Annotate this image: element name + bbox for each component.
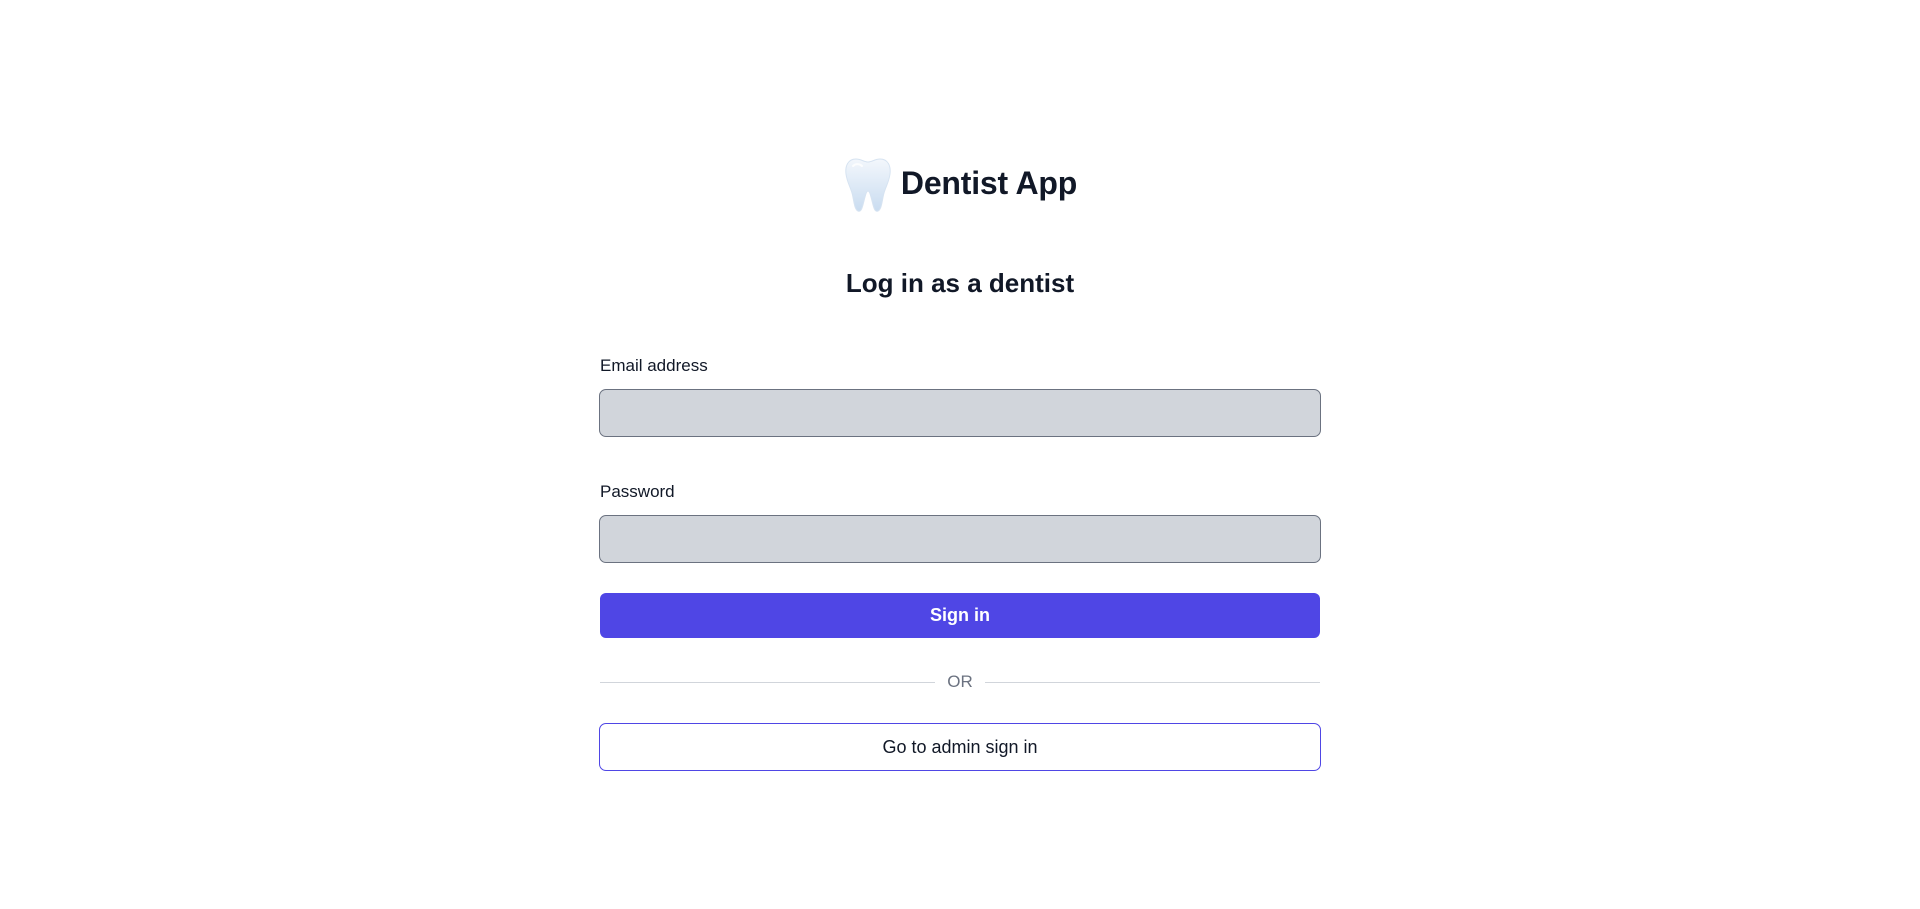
password-label: Password xyxy=(600,482,675,501)
divider-line-right xyxy=(984,681,1320,683)
divider-line-left xyxy=(600,681,936,683)
email-field[interactable] xyxy=(599,389,1321,437)
or-divider: OR xyxy=(600,672,1320,692)
sign-in-button[interactable]: Sign in xyxy=(600,593,1320,638)
app-title: Dentist App xyxy=(900,164,1078,201)
page-title: Log in as a dentist xyxy=(845,268,1075,298)
brand-header: Dentist App xyxy=(0,157,1920,213)
email-label: Email address xyxy=(600,356,708,375)
admin-sign-in-button[interactable]: Go to admin sign in xyxy=(599,723,1321,771)
password-field[interactable] xyxy=(599,515,1321,563)
login-form: Email address Password Sign in OR Go to … xyxy=(599,354,1321,771)
tooth-icon xyxy=(845,158,891,212)
login-page: Dentist App Log in as a dentist Email ad… xyxy=(0,0,1920,909)
divider-text: OR xyxy=(947,672,973,691)
